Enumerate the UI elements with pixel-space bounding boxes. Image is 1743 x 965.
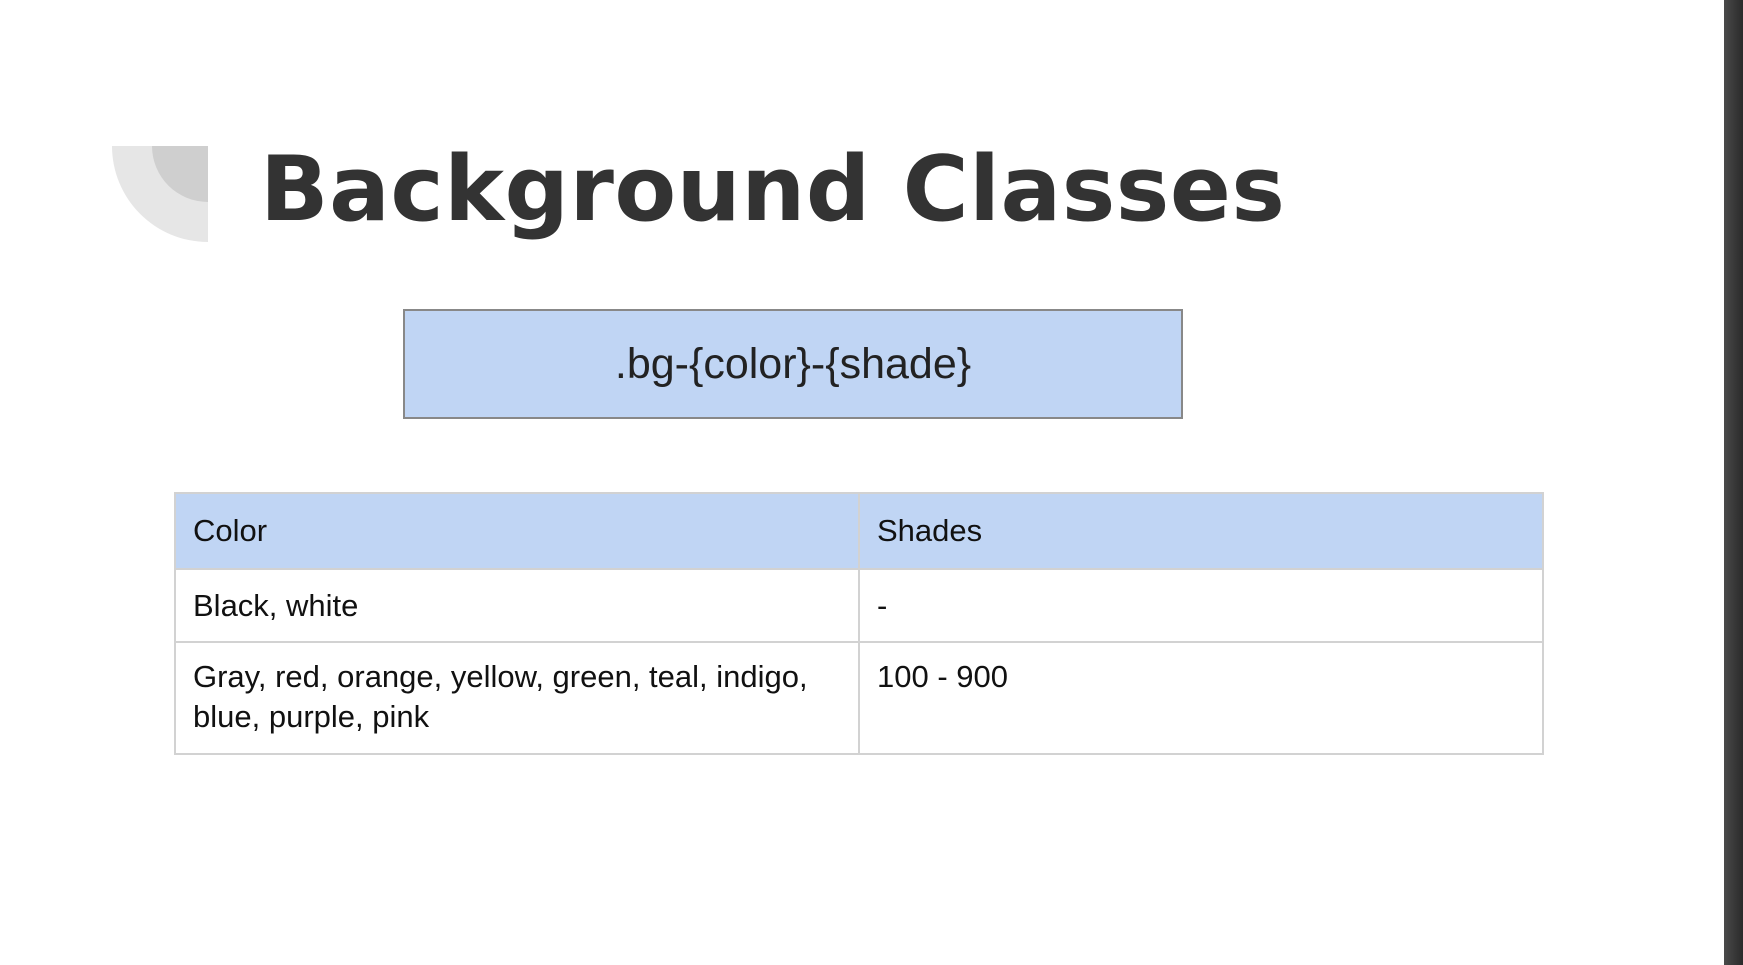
column-header-color: Color [174, 492, 860, 570]
cell-shades: 100 - 900 [858, 641, 1544, 755]
cell-color: Black, white [174, 568, 860, 643]
table-row: Gray, red, orange, yellow, green, teal, … [174, 641, 1544, 755]
color-shades-table: Color Shades Black, white - Gray, red, o… [174, 492, 1544, 755]
slide: Background Classes .bg-{color}-{shade} C… [0, 0, 1724, 965]
class-pattern-text: .bg-{color}-{shade} [614, 339, 972, 388]
column-header-shades: Shades [858, 492, 1544, 570]
table-header-row: Color Shades [174, 492, 1544, 570]
class-pattern-box: .bg-{color}-{shade} [403, 309, 1183, 419]
table-row: Black, white - [174, 568, 1544, 643]
slide-title: Background Classes [260, 137, 1286, 242]
cell-shades: - [858, 568, 1544, 643]
quarter-circle-mark-icon [112, 146, 208, 242]
cell-color: Gray, red, orange, yellow, green, teal, … [174, 641, 860, 755]
window-edge [1724, 0, 1743, 965]
